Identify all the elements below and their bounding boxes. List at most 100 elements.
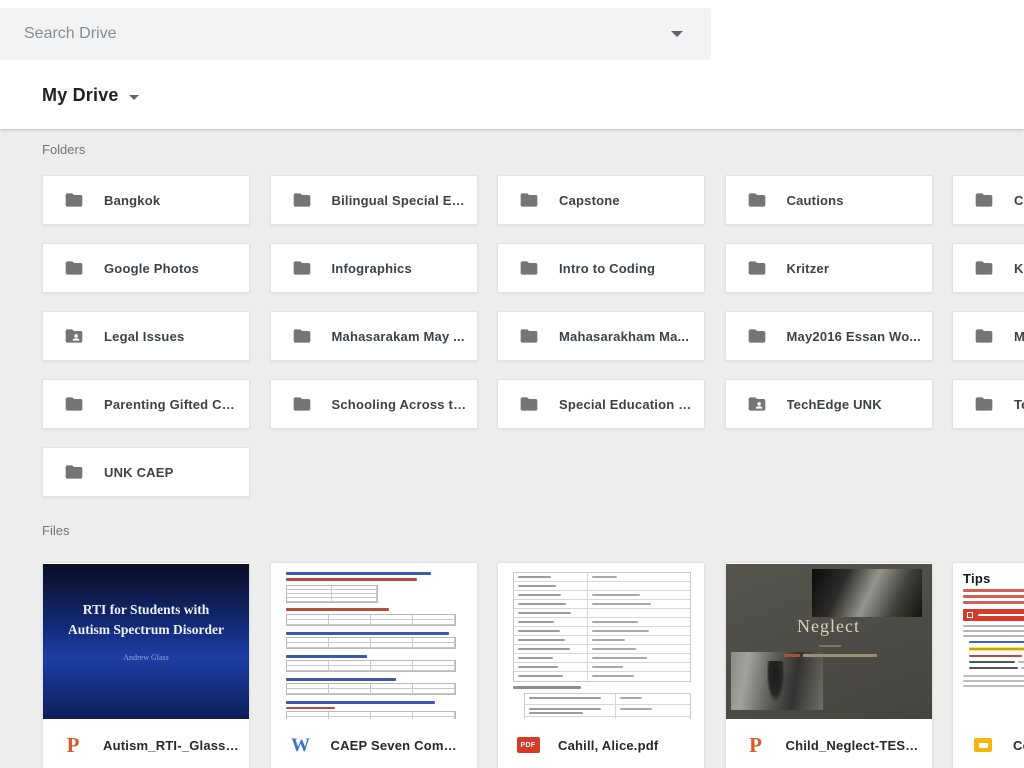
folders-section-label: Folders bbox=[42, 142, 86, 157]
folder-label: UNK CAEP bbox=[104, 464, 174, 480]
slide-title: Neglect bbox=[797, 616, 860, 636]
folder-icon bbox=[293, 261, 310, 275]
file-thumbnail: Tips bbox=[953, 564, 1024, 719]
folder-card[interactable]: Cautions bbox=[724, 175, 933, 225]
folder-icon bbox=[520, 261, 538, 275]
folder-label: Intro to Coding bbox=[559, 260, 656, 276]
folder-icon bbox=[65, 465, 83, 479]
search-bar[interactable] bbox=[0, 8, 711, 60]
folder-card[interactable]: Bilingual Special Ed... bbox=[269, 175, 478, 225]
pdf-icon: PDF bbox=[516, 737, 540, 753]
folder-label: M bbox=[1014, 328, 1024, 344]
shared-folder-icon bbox=[65, 329, 83, 343]
file-card-caep[interactable]: W CAEP Seven Comm... bbox=[269, 562, 478, 768]
folder-label: Bilingual Special Ed... bbox=[331, 192, 472, 208]
file-name: CAEP Seven Comm... bbox=[330, 737, 467, 753]
file-footer: Co bbox=[953, 719, 1024, 768]
folder-label: Mahasarakham Ma... bbox=[559, 328, 690, 344]
folder-card[interactable]: UNK CAEP bbox=[42, 447, 250, 497]
files-row: RTI for Students with Autism Spectrum Di… bbox=[42, 562, 1024, 768]
file-name: Child_Neglect-TESE... bbox=[785, 737, 926, 753]
folder-label: May2016 Essan Wo... bbox=[786, 328, 921, 344]
folder-card[interactable]: Legal Issues bbox=[42, 311, 250, 361]
folder-card[interactable]: TechEdge UNK bbox=[724, 379, 933, 429]
folder-label: Mahasarakam May ... bbox=[331, 328, 465, 344]
folder-icon bbox=[520, 397, 538, 411]
folder-card[interactable]: Te bbox=[952, 379, 1024, 429]
page-header: My Drive bbox=[0, 0, 1024, 129]
folder-icon bbox=[520, 329, 538, 343]
file-thumbnail: RTI for Students with Autism Spectrum Di… bbox=[43, 564, 249, 719]
file-name: Cahill, Alice.pdf bbox=[558, 737, 659, 753]
folder-icon bbox=[293, 397, 310, 411]
folder-label: Google Photos bbox=[104, 260, 200, 276]
slide-title: Tips bbox=[963, 571, 991, 586]
word-icon: W bbox=[291, 734, 310, 756]
slide-photo bbox=[730, 652, 823, 710]
file-footer: P Child_Neglect-TESE... bbox=[725, 719, 932, 768]
folder-icon bbox=[520, 193, 538, 207]
folder-icon bbox=[975, 193, 993, 207]
file-card-autism[interactable]: RTI for Students with Autism Spectrum Di… bbox=[42, 562, 250, 768]
folder-icon bbox=[975, 329, 993, 343]
folder-card[interactable]: Parenting Gifted Chi... bbox=[42, 379, 250, 429]
file-thumbnail bbox=[270, 564, 477, 719]
files-section-label: Files bbox=[42, 523, 70, 538]
slide-title: RTI for Students with Autism Spectrum Di… bbox=[68, 602, 224, 637]
folder-label: Kritzer bbox=[786, 260, 830, 276]
folder-icon bbox=[748, 329, 765, 343]
folder-label: Cr bbox=[1014, 192, 1024, 208]
powerpoint-icon: P bbox=[66, 732, 80, 757]
folder-icon bbox=[975, 397, 993, 411]
folder-label: Cautions bbox=[786, 192, 844, 208]
folder-card[interactable]: May2016 Essan Wo... bbox=[724, 311, 933, 361]
folder-icon bbox=[748, 193, 765, 207]
folder-card[interactable]: Infographics bbox=[269, 243, 478, 293]
folder-card[interactable]: Intro to Coding bbox=[497, 243, 705, 293]
folder-label: Infographics bbox=[331, 260, 412, 276]
slide-photo bbox=[811, 569, 922, 617]
folders-grid: Bangkok Bilingual Special Ed... Capstone bbox=[42, 175, 1024, 497]
search-options-caret-icon[interactable] bbox=[671, 31, 683, 37]
file-card-cahill[interactable]: PDF Cahill, Alice.pdf bbox=[497, 562, 705, 768]
page-title: My Drive bbox=[42, 85, 119, 105]
file-footer: PDF Cahill, Alice.pdf bbox=[498, 719, 704, 768]
folder-label: Te bbox=[1014, 396, 1024, 412]
folder-card[interactable]: Bangkok bbox=[42, 175, 250, 225]
folder-card[interactable]: Schooling Across th... bbox=[269, 379, 478, 429]
folder-card[interactable]: Mahasarakam May ... bbox=[269, 311, 478, 361]
folder-card[interactable]: Special Education P... bbox=[497, 379, 705, 429]
folder-card[interactable]: Mahasarakham Ma... bbox=[497, 311, 705, 361]
folder-icon bbox=[65, 261, 83, 275]
file-thumbnail bbox=[498, 564, 704, 719]
search-input[interactable] bbox=[0, 25, 671, 43]
slides-icon bbox=[971, 738, 995, 752]
folder-card[interactable]: Kritzer bbox=[724, 243, 933, 293]
file-card-tips[interactable]: Tips Co bbox=[952, 562, 1024, 768]
folder-icon bbox=[975, 261, 993, 275]
file-name: Co bbox=[1013, 737, 1024, 753]
folder-card[interactable]: Google Photos bbox=[42, 243, 250, 293]
folder-card[interactable]: M bbox=[952, 311, 1024, 361]
my-drive-dropdown[interactable]: My Drive bbox=[42, 85, 139, 106]
file-thumbnail: Neglect bbox=[725, 564, 932, 719]
folder-card[interactable]: Kr bbox=[952, 243, 1024, 293]
folder-card[interactable]: Capstone bbox=[497, 175, 705, 225]
drive-content: Folders Bangkok Bilingual Special Ed... bbox=[0, 129, 1024, 768]
folder-icon bbox=[293, 193, 310, 207]
slide-ornament bbox=[818, 645, 841, 647]
file-card-neglect[interactable]: Neglect P Child_Neglect-TESE... bbox=[724, 562, 933, 768]
folder-label: Legal Issues bbox=[104, 328, 185, 344]
folder-card[interactable]: Cr bbox=[952, 175, 1024, 225]
folder-label: Bangkok bbox=[104, 192, 161, 208]
folder-label: Schooling Across th... bbox=[331, 396, 473, 412]
slide-author: Andrew Glass bbox=[123, 653, 169, 663]
file-footer: P Autism_RTI-_Glass.... bbox=[43, 719, 249, 768]
folder-icon bbox=[293, 329, 310, 343]
folder-icon bbox=[65, 397, 83, 411]
slide-subtitle bbox=[783, 654, 877, 657]
folder-label: Parenting Gifted Chi... bbox=[104, 396, 246, 412]
folder-label: Capstone bbox=[559, 192, 620, 208]
powerpoint-icon: P bbox=[749, 732, 762, 757]
folder-label: Special Education P... bbox=[559, 396, 697, 412]
